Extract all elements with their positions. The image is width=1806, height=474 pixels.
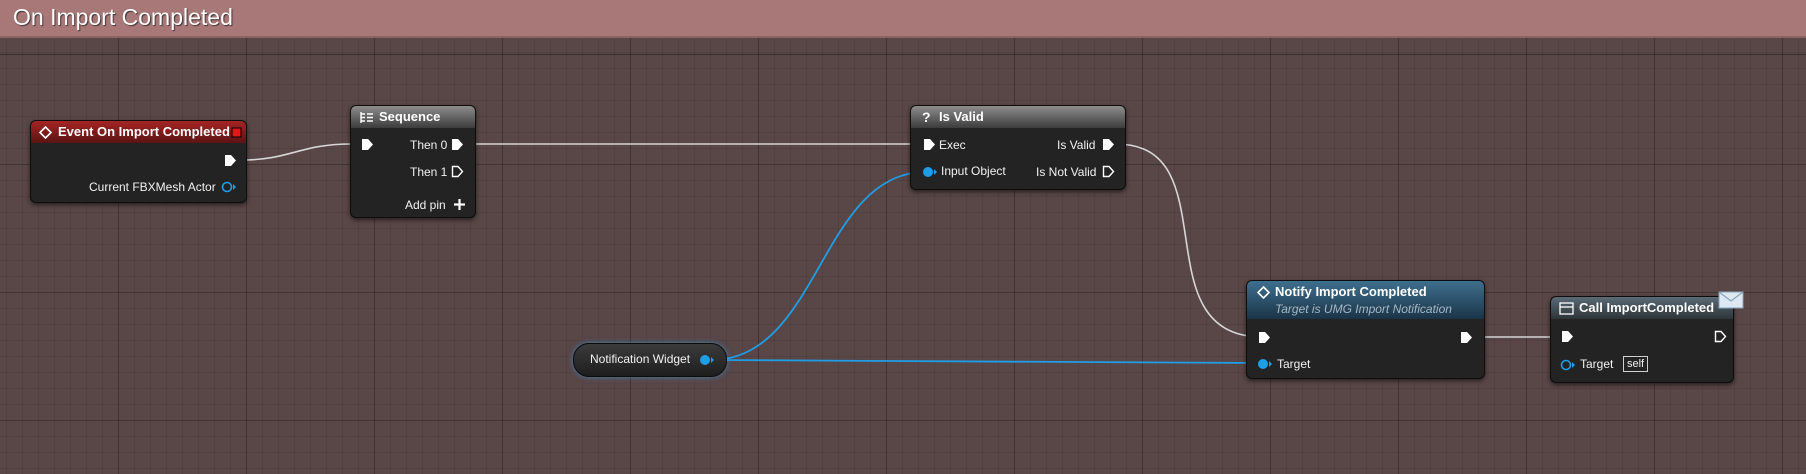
dispatcher-icon bbox=[1559, 302, 1574, 315]
current-fbxmesh-actor-label: Current FBXMesh Actor bbox=[89, 180, 216, 194]
target-self-default[interactable]: self bbox=[1623, 356, 1649, 372]
sequence-icon bbox=[360, 112, 373, 123]
call-node-title: Call ImportCompleted bbox=[1579, 300, 1715, 315]
target-label: Target bbox=[1277, 357, 1311, 371]
exec-label: Exec bbox=[939, 138, 966, 152]
exec-out-pin-icon[interactable] bbox=[1714, 330, 1727, 343]
then-0-pin-icon[interactable] bbox=[451, 138, 464, 151]
is-not-valid-label: Is Not Valid bbox=[1036, 165, 1097, 179]
is-valid-node[interactable]: ? Is Valid Exec Is Valid Input Object Is… bbox=[910, 105, 1126, 190]
notification-widget-label: Notification Widget bbox=[590, 352, 691, 366]
object-out-pin-icon[interactable] bbox=[221, 180, 237, 194]
variable-out-pin-icon[interactable] bbox=[699, 353, 715, 367]
then-1-label: Then 1 bbox=[410, 165, 448, 179]
exec-in-pin-icon[interactable] bbox=[1561, 330, 1574, 343]
exec-out-pin-icon[interactable] bbox=[224, 154, 237, 167]
notify-node-header[interactable]: Notify Import Completed Target is UMG Im… bbox=[1247, 281, 1484, 319]
event-node-header[interactable]: Event On Import Completed bbox=[31, 121, 246, 143]
call-import-completed-node[interactable]: Call ImportCompleted Target self bbox=[1550, 291, 1744, 383]
wire-event-to-sequence[interactable] bbox=[241, 143, 352, 161]
target-pin-icon[interactable] bbox=[1257, 357, 1273, 371]
graph-canvas[interactable]: On Import Completed Event On Import Comp… bbox=[0, 0, 1806, 474]
is-valid-pin-icon[interactable] bbox=[1102, 138, 1115, 151]
delegate-pin-icon[interactable] bbox=[231, 127, 242, 138]
add-pin-label[interactable]: Add pin bbox=[405, 198, 446, 212]
is-not-valid-pin-icon[interactable] bbox=[1102, 165, 1115, 178]
sequence-node[interactable]: Sequence Then 0 Then 1 Add pin bbox=[350, 105, 476, 218]
sequence-node-title: Sequence bbox=[379, 109, 441, 124]
target-pin-icon[interactable] bbox=[1560, 358, 1576, 372]
input-object-label: Input Object bbox=[941, 164, 1006, 178]
is-valid-node-title: Is Valid bbox=[939, 109, 984, 124]
notification-widget-variable-node[interactable]: Notification Widget bbox=[573, 343, 727, 377]
wires-layer bbox=[241, 143, 1565, 364]
is-valid-node-header[interactable]: ? Is Valid bbox=[911, 106, 1125, 128]
function-icon bbox=[1257, 286, 1270, 299]
add-pin-plus-icon[interactable] bbox=[454, 199, 465, 210]
wire-widget-to-notify[interactable] bbox=[710, 359, 1264, 364]
question-icon: ? bbox=[922, 109, 931, 125]
exec-in-pin-icon[interactable] bbox=[1258, 331, 1271, 344]
then-0-label: Then 0 bbox=[410, 138, 448, 152]
sequence-node-header[interactable]: Sequence bbox=[351, 106, 475, 128]
call-node-header[interactable]: Call ImportCompleted bbox=[1551, 297, 1733, 319]
event-node-title: Event On Import Completed bbox=[58, 124, 230, 139]
wire-widget-to-isvalid[interactable] bbox=[710, 171, 927, 361]
target-label: Target bbox=[1580, 357, 1614, 371]
event-node[interactable]: Event On Import Completed Current FBXMes… bbox=[30, 120, 247, 203]
exec-in-pin-icon[interactable] bbox=[361, 138, 374, 151]
exec-in-pin-icon[interactable] bbox=[923, 138, 936, 151]
notify-node-subtitle: Target is UMG Import Notification bbox=[1275, 302, 1452, 316]
envelope-icon bbox=[1718, 291, 1744, 309]
event-diamond-icon bbox=[39, 126, 52, 139]
wire-isvalid-to-notify[interactable] bbox=[1115, 143, 1264, 338]
is-valid-label: Is Valid bbox=[1057, 138, 1096, 152]
notify-import-completed-node[interactable]: Notify Import Completed Target is UMG Im… bbox=[1246, 280, 1485, 379]
exec-out-pin-icon[interactable] bbox=[1460, 331, 1473, 344]
input-object-pin-icon[interactable] bbox=[922, 165, 938, 179]
then-1-pin-icon[interactable] bbox=[451, 165, 464, 178]
